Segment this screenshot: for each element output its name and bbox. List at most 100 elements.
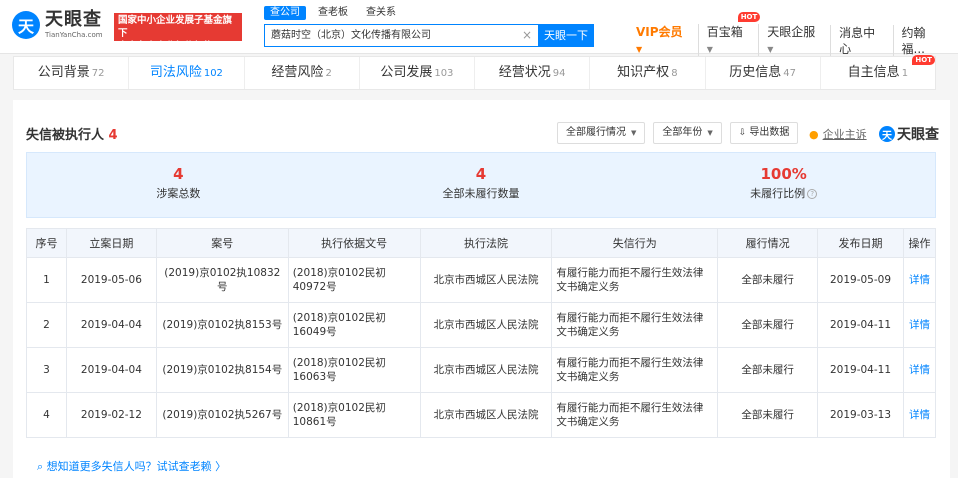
- vip-menu[interactable]: VIP会员 ▼: [628, 24, 698, 58]
- table-cell: 有履行能力而拒不履行生效法律文书确定义务: [551, 302, 719, 348]
- hot-badge: HOT: [737, 12, 761, 22]
- table-cell: (2019)京0102执8153号: [155, 302, 289, 348]
- table-cell: (2019)京0102执10832号: [155, 257, 289, 303]
- detail-link[interactable]: 详情: [909, 409, 930, 421]
- table-cell: (2019)京0102执8154号: [155, 347, 289, 393]
- search-tab-company[interactable]: 查公司: [264, 6, 306, 20]
- site-logo[interactable]: 天 天眼查 TianYanCha.com: [12, 10, 103, 40]
- table-cell: 3: [26, 347, 67, 393]
- fulfillment-filter[interactable]: 全部履行情况 ▼: [557, 122, 646, 144]
- stats-summary: 4 涉案总数 4 全部未履行数量 100% 未履行比例?: [26, 152, 936, 218]
- table-cell: 全部未履行: [717, 257, 819, 303]
- dishonest-debtor-panel: 失信被执行人 4 全部履行情况 ▼ 全部年份 ▼ ⇩ 导出数据 ● 企业主诉 天天眼查 …: [13, 100, 950, 478]
- download-icon: ⇩: [738, 128, 747, 138]
- table-cell: 4: [26, 392, 67, 438]
- brand-watermark: 天天眼查: [879, 124, 939, 144]
- logo-icon: 天: [12, 11, 40, 39]
- table-cell: 2019-04-04: [65, 302, 157, 348]
- section-title: 失信被执行人 4: [26, 128, 118, 143]
- main-tabs: 公司背景 72 司法风险 102 经营风险 2 公司发展 103 经营状况 94 知识产权…: [13, 55, 936, 90]
- search-tab-relation[interactable]: 查关系: [360, 6, 402, 20]
- stat-unfulfilled-ratio: 100% 未履行比例?: [632, 153, 935, 217]
- table-header-row: 序号 立案日期 案号 执行依据文号 执行法院 失信行为 履行情况 发布日期 操作: [26, 228, 937, 258]
- table-cell: 北京市西城区人民法院: [419, 392, 553, 438]
- table-cell: 2: [26, 302, 67, 348]
- stat-unfulfilled-count: 4 全部未履行数量: [442, 165, 520, 200]
- tab-company-development[interactable]: 公司发展 103: [360, 57, 475, 89]
- section-count: 4: [108, 128, 118, 143]
- tab-history[interactable]: 历史信息 47: [706, 57, 821, 89]
- table-cell: 2019-03-13: [817, 392, 904, 438]
- clear-icon[interactable]: ×: [522, 25, 532, 46]
- table-cell: (2018)京0102民初10861号: [287, 392, 421, 438]
- table-cell: (2018)京0102民初40972号: [287, 257, 421, 303]
- company-appeal-link[interactable]: ● 企业主诉: [809, 126, 867, 142]
- gov-badge: 国家中小企业发展子基金旗下 官方备案企业征信机构: [114, 13, 242, 52]
- col-header: 案号: [155, 228, 289, 258]
- coin-icon: ●: [809, 128, 819, 141]
- table-cell: 2019-04-04: [65, 347, 157, 393]
- col-header: 履行情况: [717, 228, 819, 258]
- table-cell: 全部未履行: [717, 347, 819, 393]
- search-tab-boss[interactable]: 查老板: [312, 6, 354, 20]
- logo-icon: 天: [879, 126, 895, 142]
- tab-intellectual-property[interactable]: 知识产权 8: [590, 57, 706, 89]
- filters: 全部履行情况 ▼ 全部年份 ▼ ⇩ 导出数据: [557, 122, 806, 144]
- search-tabs: 查公司 查老板 查关系: [264, 6, 594, 20]
- top-navigation-bar: 天 天眼查 TianYanCha.com 国家中小企业发展子基金旗下 官方备案企…: [0, 0, 958, 58]
- enterprise-service-menu[interactable]: 天眼企服 ▼: [758, 24, 830, 58]
- table-cell: 2019-05-06: [65, 257, 157, 303]
- col-header: 操作: [902, 228, 937, 258]
- table-cell: (2018)京0102民初16049号: [287, 302, 421, 348]
- table-cell: 2019-04-11: [817, 302, 904, 348]
- table-cell: (2019)京0102执5267号: [155, 392, 289, 438]
- col-header: 发布日期: [817, 228, 904, 258]
- export-button[interactable]: ⇩ 导出数据: [729, 122, 799, 144]
- tab-company-background[interactable]: 公司背景 72: [14, 57, 130, 89]
- table-cell: 详情: [902, 392, 937, 438]
- col-header: 执行法院: [419, 228, 553, 258]
- toolbox-menu[interactable]: 百宝箱 ▼ HOT: [697, 12, 761, 58]
- table-cell: 全部未履行: [717, 302, 819, 348]
- dishonest-debtor-table: 序号 立案日期 案号 执行依据文号 执行法院 失信行为 履行情况 发布日期 操作…: [26, 228, 937, 438]
- table-cell: (2018)京0102民初16063号: [287, 347, 421, 393]
- table-cell: 有履行能力而拒不履行生效法律文书确定义务: [551, 347, 719, 393]
- table-cell: 详情: [902, 302, 937, 348]
- tab-judicial-risk[interactable]: 司法风险 102: [129, 57, 245, 89]
- nav-right: VIP会员 ▼ 百宝箱 ▼ HOT 天眼企服 ▼ 消息中心 约翰 福...: [628, 12, 958, 58]
- col-header: 序号: [26, 228, 67, 258]
- table-row: 3 2019-04-04 (2019)京0102执8154号 (2018)京0102…: [26, 347, 937, 393]
- table-cell: 有履行能力而拒不履行生效法律文书确定义务: [551, 257, 719, 303]
- table-row: 2 2019-04-04 (2019)京0102执8153号 (2018)京0102…: [26, 302, 937, 348]
- table-cell: 1: [26, 257, 67, 303]
- tab-operating-status[interactable]: 经营状况 94: [475, 57, 591, 89]
- year-filter[interactable]: 全部年份 ▼: [653, 122, 722, 144]
- search-icon: ⌕: [37, 460, 47, 473]
- table-cell: 北京市西城区人民法院: [419, 302, 553, 348]
- detail-link[interactable]: 详情: [909, 364, 930, 376]
- tab-operating-risk[interactable]: 经营风险 2: [245, 57, 360, 89]
- detail-link[interactable]: 详情: [909, 274, 930, 286]
- message-center[interactable]: 消息中心: [830, 25, 892, 57]
- brand-domain: TianYanCha.com: [45, 31, 103, 39]
- caret-down-icon: ▼: [631, 129, 637, 137]
- stat-total-cases: 4 涉案总数: [156, 165, 201, 200]
- user-menu[interactable]: 约翰 福...: [892, 25, 958, 57]
- help-icon[interactable]: ?: [807, 189, 818, 199]
- table-cell: 详情: [902, 257, 937, 303]
- table-cell: 详情: [902, 347, 937, 393]
- tab-self-info[interactable]: 自主信息 1 HOT: [821, 55, 935, 89]
- more-dishonest-link[interactable]: ⌕ 想知道更多失信人吗？试试查老赖 〉: [37, 458, 226, 474]
- table-cell: 2019-05-09: [817, 257, 904, 303]
- detail-link[interactable]: 详情: [909, 319, 930, 331]
- table-cell: 2019-02-12: [65, 392, 157, 438]
- table-row: 4 2019-02-12 (2019)京0102执5267号 (2018)京0102…: [26, 392, 937, 438]
- table-cell: 全部未履行: [717, 392, 819, 438]
- table-cell: 有履行能力而拒不履行生效法律文书确定义务: [551, 392, 719, 438]
- table-cell: 2019-04-11: [817, 347, 904, 393]
- table-row: 1 2019-05-06 (2019)京0102执10832号 (2018)京010…: [26, 257, 937, 303]
- search-button[interactable]: 天眼一下: [538, 24, 594, 47]
- search-input[interactable]: 蘑菇时空（北京）文化传播有限公司 ×: [264, 24, 538, 47]
- col-header: 失信行为: [551, 228, 719, 258]
- table-cell: 北京市西城区人民法院: [419, 257, 553, 303]
